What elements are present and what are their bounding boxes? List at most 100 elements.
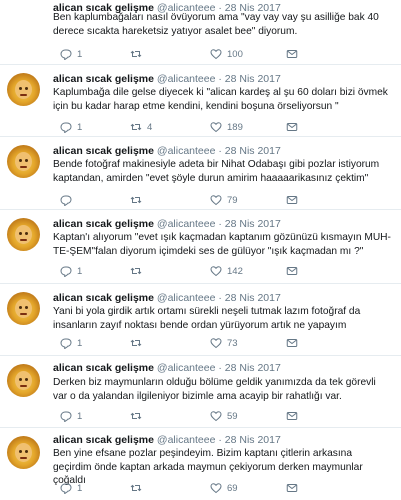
like-button[interactable]: 142 xyxy=(210,265,243,277)
username[interactable]: @alicanteee xyxy=(157,73,216,85)
timestamp[interactable]: 28 Nis 2017 xyxy=(225,362,281,374)
like-count: 69 xyxy=(227,482,238,494)
direct-message-button[interactable] xyxy=(286,194,298,206)
reply-button[interactable]: 1 xyxy=(60,121,82,133)
like-count: 189 xyxy=(227,121,243,133)
tweet[interactable]: alican sıcak gelişme @alicanteee · 28 Ni… xyxy=(0,284,401,356)
like-count: 100 xyxy=(227,48,243,60)
retweet-button[interactable] xyxy=(130,482,147,494)
avatar[interactable] xyxy=(7,218,40,251)
username[interactable]: @alicanteee xyxy=(157,145,216,157)
avatar[interactable] xyxy=(7,292,40,325)
retweet-button[interactable] xyxy=(130,337,147,349)
tweet[interactable]: alican sıcak gelişme @alicanteee · 28 Ni… xyxy=(0,356,401,428)
tweet-header: alican sıcak gelişme @alicanteee · 28 Ni… xyxy=(53,145,281,157)
reply-button[interactable]: 1 xyxy=(60,48,82,60)
reply-count: 1 xyxy=(77,265,83,277)
direct-message-button[interactable] xyxy=(286,265,298,277)
reply-button[interactable]: 1 xyxy=(60,265,82,277)
timestamp[interactable]: 28 Nis 2017 xyxy=(225,218,281,230)
tweet[interactable]: alican sıcak gelişme @alicanteee · 28 Ni… xyxy=(0,137,401,210)
reply-icon xyxy=(60,338,72,349)
reply-button[interactable]: 1 xyxy=(60,337,82,349)
direct-message-button[interactable] xyxy=(286,48,298,60)
timestamp[interactable]: 28 Nis 2017 xyxy=(225,145,281,157)
timestamp[interactable]: 28 Nis 2017 xyxy=(225,434,281,446)
reply-icon xyxy=(60,411,72,422)
separator-dot: · xyxy=(218,218,222,230)
retweet-button[interactable] xyxy=(130,48,147,60)
tweet-header: alican sıcak gelişme @alicanteee · 28 Ni… xyxy=(53,218,281,230)
direct-message-button[interactable] xyxy=(286,337,298,349)
like-count: 59 xyxy=(227,410,238,422)
avatar[interactable] xyxy=(7,364,40,397)
tweet[interactable]: alican sıcak gelişme @alicanteee · 28 Ni… xyxy=(0,210,401,284)
like-button[interactable]: 189 xyxy=(210,121,243,133)
username[interactable]: @alicanteee xyxy=(157,434,216,446)
retweet-button[interactable] xyxy=(130,410,147,422)
heart-icon xyxy=(210,483,222,494)
retweet-button[interactable] xyxy=(130,194,147,206)
reply-icon xyxy=(60,483,72,494)
like-count: 79 xyxy=(227,194,238,206)
like-button[interactable]: 69 xyxy=(210,482,238,494)
tweet-text: Ben kaplumbağaları nasıl övüyorum ama "v… xyxy=(53,12,379,37)
timestamp[interactable]: 28 Nis 2017 xyxy=(225,292,281,304)
tweet-header: alican sıcak gelişme @alicanteee · 28 Ni… xyxy=(53,434,281,446)
tweet-header: alican sıcak gelişme @alicanteee · 28 Ni… xyxy=(53,73,281,85)
like-button[interactable]: 79 xyxy=(210,194,238,206)
tweet[interactable]: alican sıcak gelişme @alicanteee · 28 Ni… xyxy=(0,428,401,500)
heart-icon xyxy=(210,122,222,133)
display-name[interactable]: alican sıcak gelişme xyxy=(53,362,154,374)
reply-button[interactable]: 1 xyxy=(60,410,82,422)
display-name[interactable]: alican sıcak gelişme xyxy=(53,434,154,446)
direct-message-button[interactable] xyxy=(286,121,298,133)
reply-icon xyxy=(60,49,72,60)
direct-message-button[interactable] xyxy=(286,482,298,494)
heart-icon xyxy=(210,195,222,206)
display-name[interactable]: alican sıcak gelişme xyxy=(53,292,154,304)
like-button[interactable]: 59 xyxy=(210,410,238,422)
envelope-icon xyxy=(286,196,298,204)
tweet-text: Derken biz maymunların olduğu bölüme gel… xyxy=(53,377,376,402)
tweet-header: alican sıcak gelişme @alicanteee · 28 Ni… xyxy=(53,362,281,374)
tweet-text: Yani bi yola girdik artık ortamı sürekli… xyxy=(53,306,361,331)
reply-button[interactable] xyxy=(60,194,77,206)
display-name[interactable]: alican sıcak gelişme xyxy=(53,145,154,157)
envelope-icon xyxy=(286,123,298,131)
display-name[interactable]: alican sıcak gelişme xyxy=(53,218,154,230)
like-button[interactable]: 73 xyxy=(210,337,238,349)
tweet[interactable]: alican sıcak gelişme @alicanteee · 28 Ni… xyxy=(0,0,401,65)
username[interactable]: @alicanteee xyxy=(157,362,216,374)
retweet-icon xyxy=(130,267,142,275)
retweet-icon xyxy=(130,484,142,492)
reply-count: 1 xyxy=(77,121,83,133)
separator-dot: · xyxy=(218,292,222,304)
retweet-button[interactable]: 4 xyxy=(130,121,152,133)
like-button[interactable]: 100 xyxy=(210,48,243,60)
retweet-icon xyxy=(130,339,142,347)
username[interactable]: @alicanteee xyxy=(157,218,216,230)
retweet-button[interactable] xyxy=(130,265,147,277)
avatar[interactable] xyxy=(7,436,40,469)
direct-message-button[interactable] xyxy=(286,410,298,422)
tweet-header: alican sıcak gelişme @alicanteee · 28 Ni… xyxy=(53,292,281,304)
like-count: 142 xyxy=(227,265,243,277)
reply-count: 1 xyxy=(77,337,83,349)
retweet-icon xyxy=(130,196,142,204)
envelope-icon xyxy=(286,484,298,492)
avatar[interactable] xyxy=(7,145,40,178)
tweet-text: Kaplumbağa dile gelse diyecek ki "alican… xyxy=(53,87,388,112)
avatar[interactable] xyxy=(7,73,40,106)
separator-dot: · xyxy=(218,145,222,157)
envelope-icon xyxy=(286,339,298,347)
username[interactable]: @alicanteee xyxy=(157,292,216,304)
tweet[interactable]: alican sıcak gelişme @alicanteee · 28 Ni… xyxy=(0,65,401,137)
envelope-icon xyxy=(286,412,298,420)
envelope-icon xyxy=(286,50,298,58)
reply-icon xyxy=(60,266,72,277)
reply-button[interactable]: 1 xyxy=(60,482,82,494)
timestamp[interactable]: 28 Nis 2017 xyxy=(225,73,281,85)
display-name[interactable]: alican sıcak gelişme xyxy=(53,73,154,85)
reply-icon xyxy=(60,122,72,133)
